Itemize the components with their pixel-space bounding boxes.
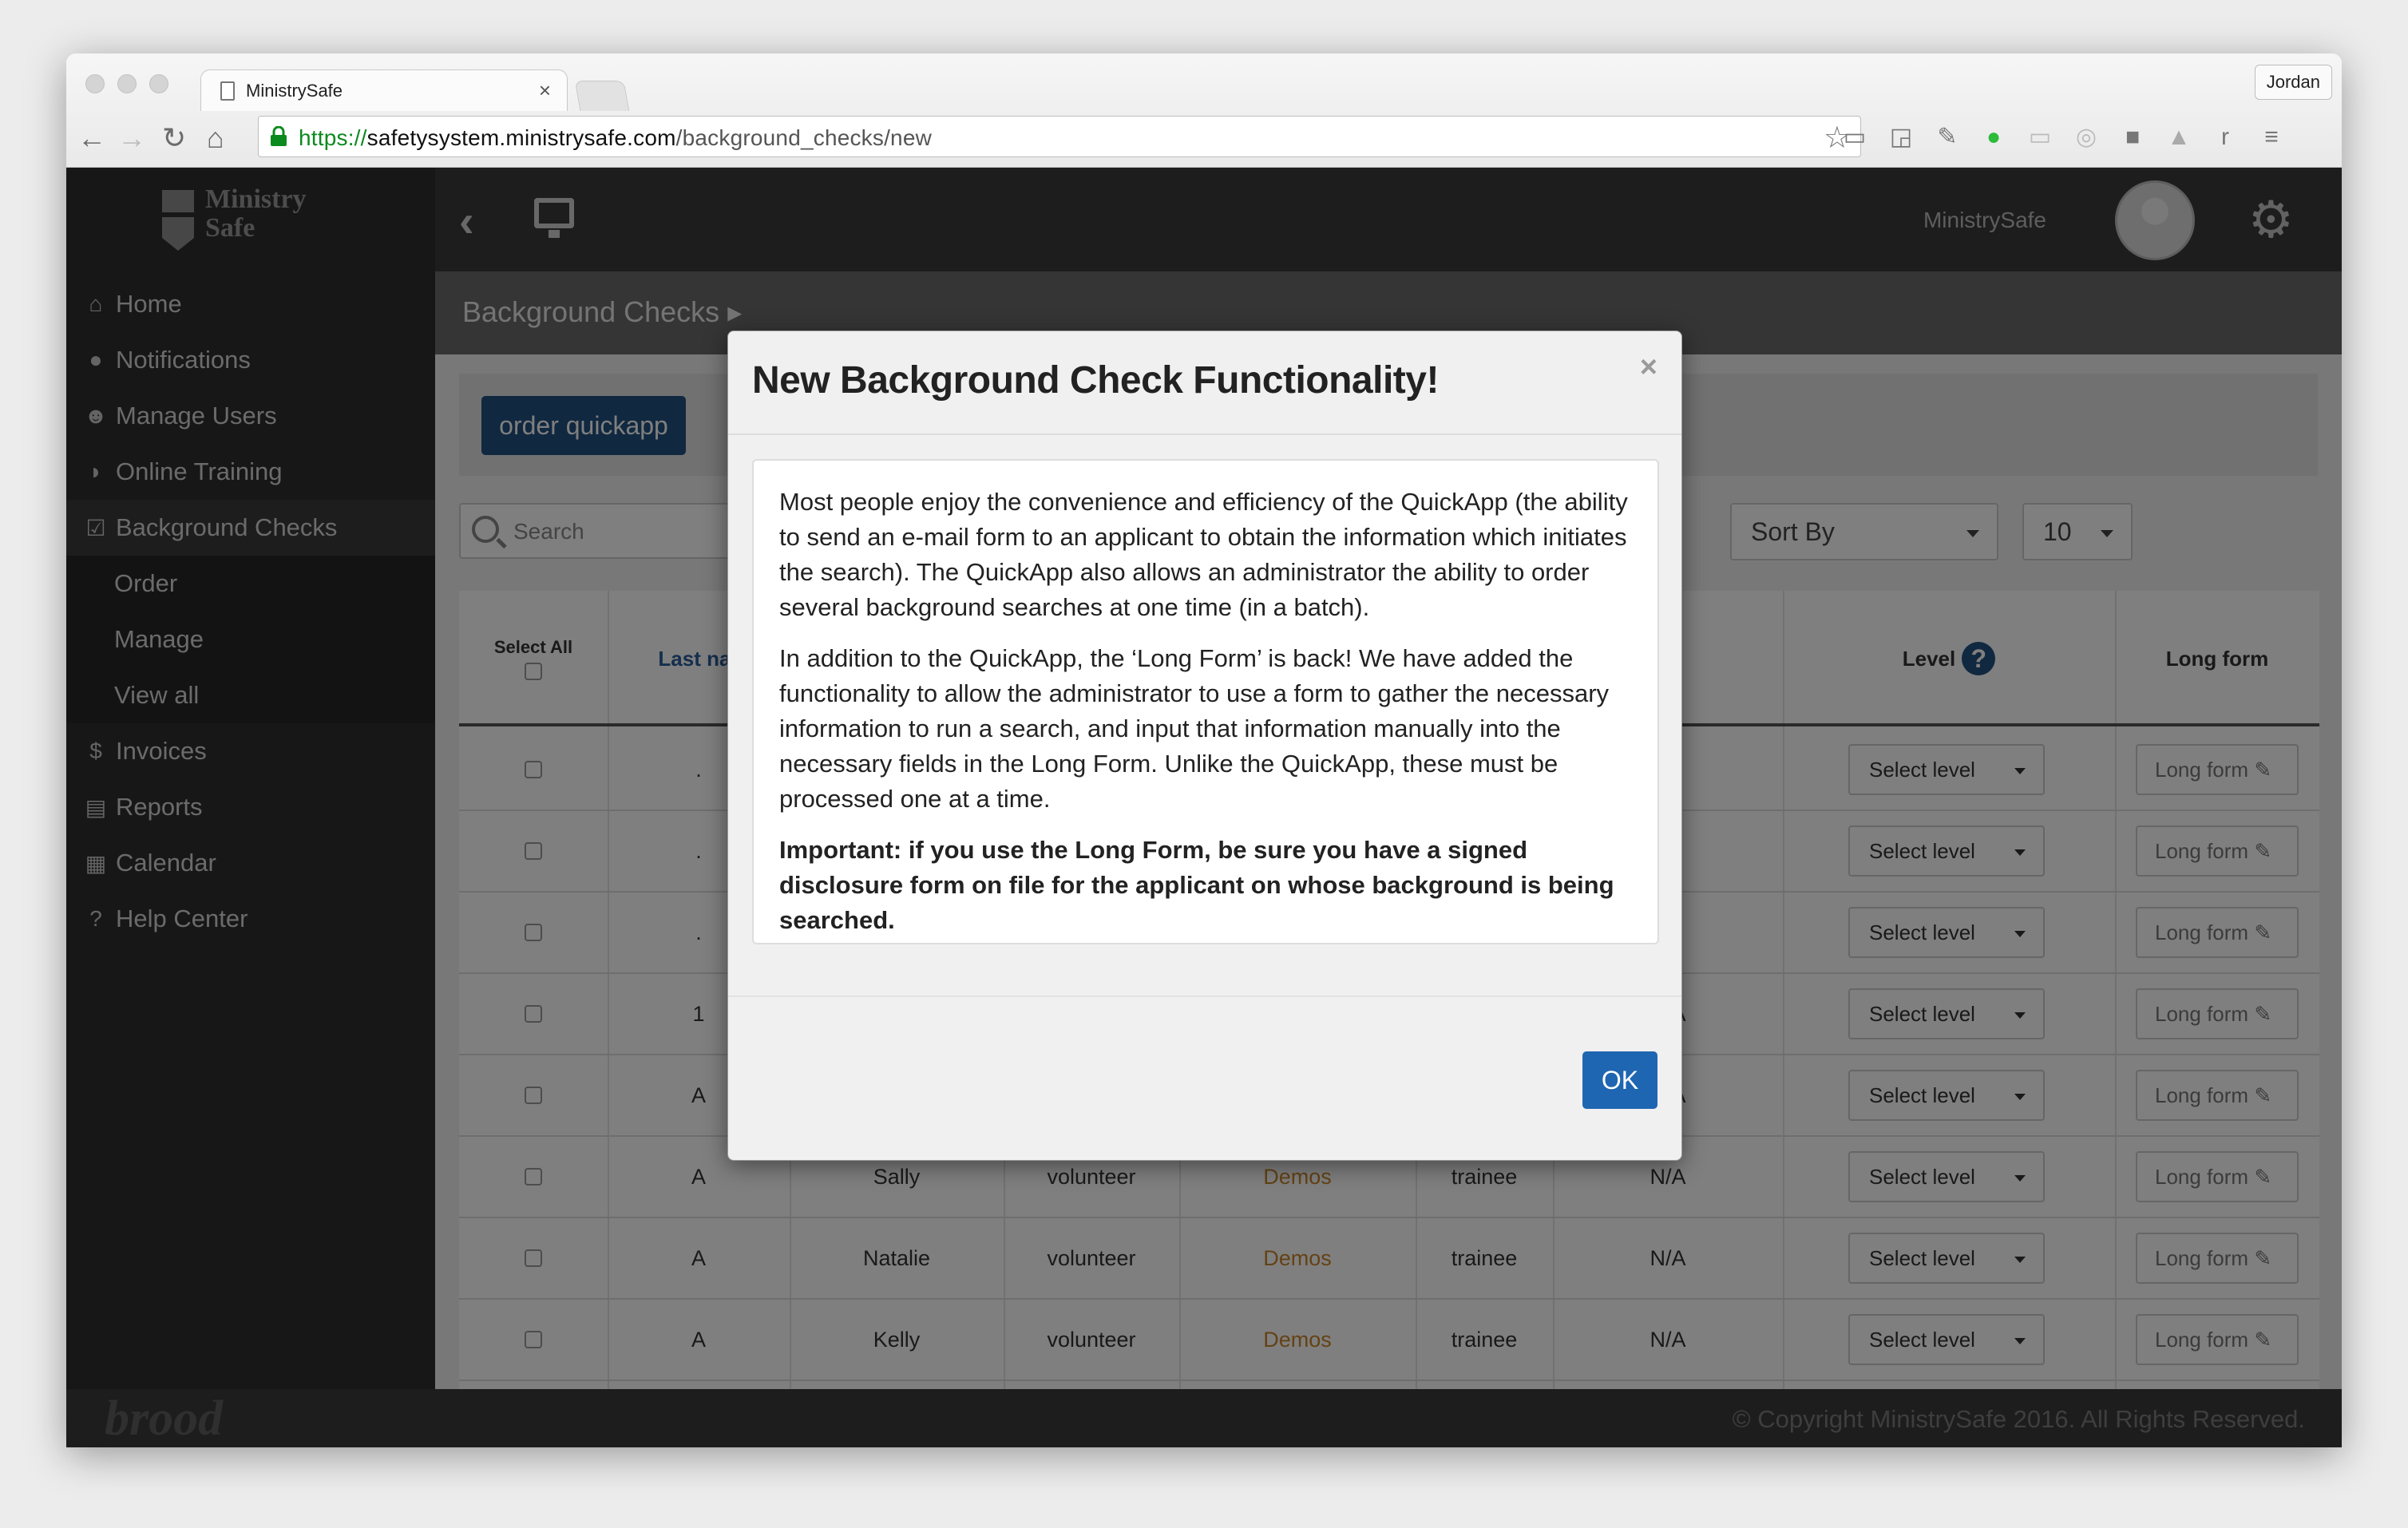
- url-text: https://safetysystem.ministrysafe.com/ba…: [299, 125, 932, 151]
- address-bar[interactable]: https://safetysystem.ministrysafe.com/ba…: [258, 116, 1861, 157]
- minimize-window-button[interactable]: [117, 74, 137, 93]
- tab-title: MinistrySafe: [246, 81, 343, 101]
- modal-paragraph-important: Important: if you use the Long Form, be …: [779, 836, 1614, 934]
- menu-hamburger-icon[interactable]: ≡: [2259, 125, 2284, 149]
- app: Ministry Safe ⌂Home ●Notifications ☻Mana…: [66, 168, 2342, 1447]
- forward-arrow-icon[interactable]: →: [117, 124, 146, 152]
- ok-button[interactable]: OK: [1582, 1051, 1657, 1109]
- url-scheme: https://: [299, 125, 367, 150]
- extension-square-icon[interactable]: ■: [2120, 125, 2145, 149]
- zoom-window-button[interactable]: [149, 74, 168, 93]
- extension-pen-icon[interactable]: ✎: [1935, 125, 1960, 149]
- modal-close-button[interactable]: ×: [1640, 350, 1657, 385]
- document-icon: [220, 81, 235, 101]
- url-host: safetysystem.ministrysafe.com: [366, 125, 676, 150]
- window-controls: [85, 74, 168, 93]
- extension-r-icon[interactable]: r: [2212, 125, 2238, 149]
- profile-button[interactable]: Jordan: [2254, 65, 2332, 100]
- back-arrow-icon[interactable]: ←: [77, 124, 106, 152]
- extension-screen-icon[interactable]: ◲: [1888, 125, 1914, 149]
- modal-paragraph-long-form: In addition to the QuickApp, the ‘Long F…: [779, 644, 1610, 813]
- extension-drive-icon[interactable]: ▲: [2166, 125, 2192, 149]
- extension-cast-icon[interactable]: ▭: [1842, 125, 1867, 149]
- modal-title: New Background Check Functionality!: [752, 359, 1439, 402]
- home-icon[interactable]: ⌂: [207, 124, 224, 152]
- tab-close-button[interactable]: ×: [539, 78, 551, 103]
- new-tab-button[interactable]: [574, 81, 630, 111]
- browser-tab[interactable]: MinistrySafe ×: [200, 69, 568, 111]
- announcement-modal: New Background Check Functionality! × Mo…: [727, 331, 1682, 1161]
- extension-grammarly-icon[interactable]: ●: [1981, 125, 2006, 149]
- browser-chrome: MinistrySafe × Jordan ← → ↻ ⌂ https://sa…: [66, 53, 2342, 168]
- modal-footer-divider: [728, 996, 1681, 997]
- extension-window-icon[interactable]: ▭: [2027, 125, 2053, 149]
- modal-paragraph-quickapp: Most people enjoy the convenience and ef…: [779, 488, 1628, 621]
- lock-icon: [271, 126, 287, 146]
- reload-icon[interactable]: ↻: [162, 124, 186, 152]
- browser-window: MinistrySafe × Jordan ← → ↻ ⌂ https://sa…: [66, 53, 2342, 1447]
- close-window-button[interactable]: [85, 74, 105, 93]
- modal-body: Most people enjoy the convenience and ef…: [752, 459, 1659, 944]
- modal-header: New Background Check Functionality! ×: [728, 331, 1681, 435]
- extension-swirl-icon[interactable]: ◎: [2073, 125, 2099, 149]
- url-path: /background_checks/new: [675, 125, 933, 150]
